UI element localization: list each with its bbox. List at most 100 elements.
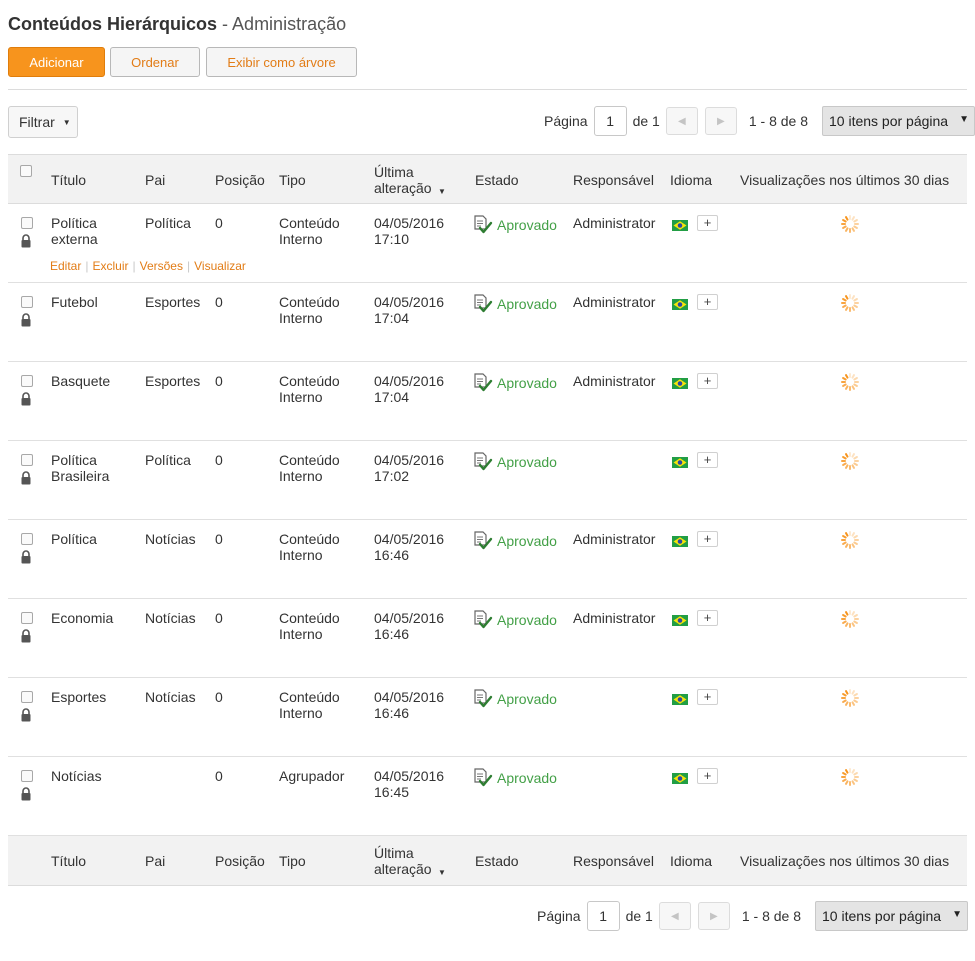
- row-status: Aprovado: [473, 215, 557, 238]
- row-checkbox[interactable]: [21, 533, 33, 545]
- plus-icon: +: [703, 610, 712, 625]
- row-status: Aprovado: [473, 768, 557, 791]
- brazil-flag-icon[interactable]: [672, 613, 688, 626]
- column-views[interactable]: Visualizações nos últimos 30 dias: [740, 172, 949, 188]
- row-title[interactable]: Política Brasileira: [51, 452, 109, 484]
- column-parent[interactable]: Pai: [145, 172, 165, 188]
- add-translation-button[interactable]: +: [697, 689, 718, 705]
- versions-link[interactable]: Versões: [140, 259, 183, 273]
- pager-bottom: Página de 1 ◀ ▶ 1 - 8 de 8 10 itens por …: [537, 901, 968, 931]
- select-all-checkbox[interactable]: [20, 165, 32, 177]
- row-status-label: Aprovado: [497, 375, 557, 391]
- row-title-line1: Política: [51, 215, 97, 231]
- row-checkbox[interactable]: [21, 296, 33, 308]
- column-modified-line2[interactable]: alteração: [374, 180, 432, 196]
- row-title[interactable]: Política: [51, 531, 97, 547]
- caret-down-icon: ▼: [959, 114, 969, 125]
- view-link[interactable]: Visualizar: [194, 259, 246, 273]
- order-button[interactable]: Ordenar: [110, 47, 200, 77]
- loading-spinner-icon: [840, 372, 860, 392]
- column-modified-line1[interactable]: Última: [374, 164, 414, 180]
- tree-view-button[interactable]: Exibir como árvore: [206, 47, 357, 77]
- brazil-flag-icon[interactable]: [672, 218, 688, 231]
- approved-document-icon: [473, 373, 497, 396]
- row-position: 0: [215, 610, 223, 626]
- add-translation-button[interactable]: +: [697, 452, 718, 468]
- add-translation-button[interactable]: +: [697, 610, 718, 626]
- plus-icon: +: [703, 768, 712, 783]
- column-type[interactable]: Tipo: [279, 172, 306, 188]
- plus-icon: +: [703, 215, 712, 230]
- row-checkbox[interactable]: [21, 612, 33, 624]
- row-title[interactable]: Política externa: [51, 215, 98, 247]
- row-checkbox[interactable]: [21, 454, 33, 466]
- column-type[interactable]: Tipo: [279, 853, 306, 869]
- brazil-flag-icon[interactable]: [672, 692, 688, 705]
- page-number-input[interactable]: [586, 901, 620, 931]
- separator: |: [132, 259, 136, 273]
- row-parent: Notícias: [145, 610, 196, 626]
- row-title[interactable]: Basquete: [51, 373, 110, 389]
- prev-page-button[interactable]: ◀: [658, 902, 691, 930]
- edit-link[interactable]: Editar: [50, 259, 81, 273]
- row-title[interactable]: Esportes: [51, 689, 106, 705]
- next-page-button[interactable]: ▶: [704, 107, 737, 135]
- column-title[interactable]: Título: [51, 853, 86, 869]
- page-number-input[interactable]: [593, 106, 627, 136]
- column-title[interactable]: Título: [51, 172, 86, 188]
- row-parent: Política: [145, 215, 191, 231]
- brazil-flag-icon[interactable]: [672, 771, 688, 784]
- row-title[interactable]: Futebol: [51, 294, 98, 310]
- add-translation-button[interactable]: +: [697, 768, 718, 784]
- items-per-page-value: 10 itens por página: [822, 908, 942, 924]
- column-status[interactable]: Estado: [475, 853, 519, 869]
- row-title[interactable]: Notícias: [51, 768, 102, 784]
- row-checkbox[interactable]: [21, 217, 33, 229]
- table-row: Política externa Política 0 Conteúdo Interno 0…: [8, 204, 967, 283]
- column-position[interactable]: Posição: [215, 172, 265, 188]
- row-title-line1: Notícias: [51, 768, 102, 784]
- column-language[interactable]: Idioma: [670, 853, 712, 869]
- column-parent[interactable]: Pai: [145, 853, 165, 869]
- loading-spinner-icon: [840, 767, 860, 787]
- delete-link[interactable]: Excluir: [92, 259, 128, 273]
- brazil-flag-icon[interactable]: [672, 376, 688, 389]
- row-checkbox[interactable]: [21, 691, 33, 703]
- items-per-page-select[interactable]: 10 itens por página ▼: [815, 901, 968, 931]
- row-modified-date: 04/05/2016: [374, 215, 445, 231]
- row-title[interactable]: Economia: [51, 610, 113, 626]
- separator: |: [186, 259, 191, 273]
- column-modified-line2[interactable]: alteração: [374, 861, 432, 877]
- brazil-flag-icon[interactable]: [672, 455, 688, 468]
- column-owner[interactable]: Responsável: [573, 853, 654, 869]
- row-modified: 04/05/2016 17:04: [374, 294, 444, 326]
- add-translation-button[interactable]: +: [697, 294, 718, 310]
- row-type-line1: Conteúdo: [279, 215, 340, 231]
- prev-page-button[interactable]: ◀: [665, 107, 698, 135]
- column-position[interactable]: Posição: [215, 853, 265, 869]
- column-views[interactable]: Visualizações nos últimos 30 dias: [740, 853, 949, 869]
- column-modified-line1[interactable]: Última: [374, 845, 414, 861]
- row-modified: 04/05/2016 16:46: [374, 531, 444, 563]
- add-translation-button[interactable]: +: [697, 531, 718, 547]
- row-checkbox[interactable]: [21, 770, 33, 782]
- add-translation-button[interactable]: +: [697, 215, 718, 231]
- row-modified-time: 16:46: [374, 626, 410, 642]
- column-owner[interactable]: Responsável: [573, 172, 654, 188]
- items-per-page-select[interactable]: 10 itens por página ▼: [822, 106, 975, 136]
- plus-icon: +: [703, 452, 712, 467]
- row-modified: 04/05/2016 17:02: [374, 452, 444, 484]
- brazil-flag-icon[interactable]: [672, 534, 688, 547]
- add-button[interactable]: Adicionar: [8, 47, 105, 77]
- row-type: Conteúdo Interno: [279, 452, 340, 484]
- add-translation-button[interactable]: +: [697, 373, 718, 389]
- column-language[interactable]: Idioma: [670, 172, 712, 188]
- brazil-flag-icon[interactable]: [672, 297, 688, 310]
- row-type-line2: Interno: [279, 310, 323, 326]
- row-checkbox[interactable]: [21, 375, 33, 387]
- column-status[interactable]: Estado: [475, 172, 519, 188]
- next-page-button[interactable]: ▶: [697, 902, 730, 930]
- row-title-line2: externa: [51, 231, 98, 247]
- row-title-line1: Política: [51, 531, 97, 547]
- filter-button[interactable]: Filtrar ▼: [8, 106, 78, 138]
